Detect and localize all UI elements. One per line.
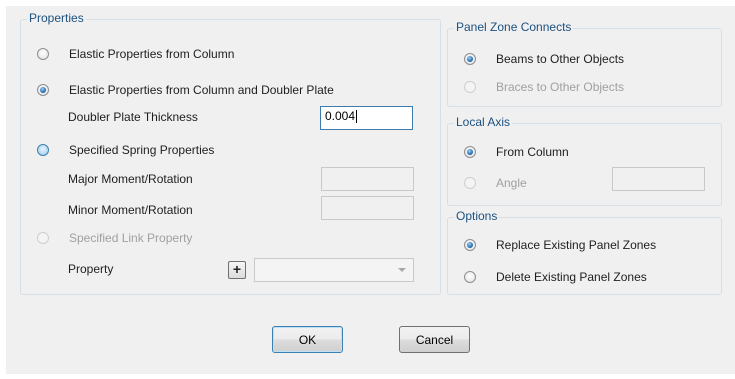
- major-moment-input[interactable]: [321, 167, 414, 191]
- add-property-button[interactable]: +: [228, 261, 246, 279]
- radio-beams[interactable]: Beams to Other Objects: [464, 52, 624, 66]
- local-axis-group: Local Axis: [447, 115, 722, 206]
- radio-specified-link-button[interactable]: [37, 232, 49, 244]
- radio-specified-spring[interactable]: Specified Spring Properties: [37, 143, 214, 157]
- doubler-thickness-value: 0.004: [325, 109, 356, 123]
- radio-elastic-column-doubler-button[interactable]: [37, 84, 49, 96]
- radio-elastic-column-doubler[interactable]: Elastic Properties from Column and Doubl…: [37, 83, 334, 97]
- radio-delete-panel-zones-label: Delete Existing Panel Zones: [496, 270, 647, 284]
- angle-input[interactable]: [612, 167, 705, 191]
- radio-elastic-column-doubler-label: Elastic Properties from Column and Doubl…: [69, 83, 334, 97]
- radio-specified-spring-label: Specified Spring Properties: [69, 143, 215, 157]
- chevron-down-icon: [398, 268, 406, 272]
- radio-replace-panel-zones-label: Replace Existing Panel Zones: [496, 238, 657, 252]
- properties-group-title: Properties: [27, 11, 86, 25]
- radio-angle[interactable]: Angle: [464, 176, 527, 190]
- radio-specified-spring-button[interactable]: [37, 144, 49, 156]
- plus-icon: +: [232, 261, 242, 277]
- radio-braces-label: Braces to Other Objects: [496, 80, 625, 94]
- radio-from-column-label: From Column: [496, 145, 569, 159]
- radio-delete-panel-zones[interactable]: Delete Existing Panel Zones: [464, 270, 647, 284]
- radio-elastic-column-button[interactable]: [37, 48, 49, 60]
- panel-zone-connects-group: Panel Zone Connects: [447, 20, 722, 107]
- radio-elastic-column[interactable]: Elastic Properties from Column: [37, 47, 234, 61]
- major-moment-label: Major Moment/Rotation: [68, 172, 193, 186]
- panel-zone-connects-title: Panel Zone Connects: [454, 20, 574, 34]
- minor-moment-input[interactable]: [321, 196, 414, 220]
- radio-delete-panel-zones-button[interactable]: [464, 271, 476, 283]
- options-title: Options: [454, 209, 500, 223]
- radio-braces-button[interactable]: [464, 81, 476, 93]
- radio-specified-link-label: Specified Link Property: [69, 231, 193, 245]
- radio-angle-label: Angle: [496, 176, 527, 190]
- panel-zone-dialog: Properties Elastic Properties from Colum…: [6, 6, 735, 374]
- radio-replace-panel-zones[interactable]: Replace Existing Panel Zones: [464, 238, 656, 252]
- radio-beams-button[interactable]: [464, 53, 476, 65]
- ok-button[interactable]: OK: [272, 326, 343, 353]
- radio-braces[interactable]: Braces to Other Objects: [464, 80, 624, 94]
- cancel-button[interactable]: Cancel: [399, 326, 470, 353]
- property-label: Property: [68, 262, 114, 276]
- radio-from-column[interactable]: From Column: [464, 145, 569, 159]
- minor-moment-label: Minor Moment/Rotation: [68, 203, 193, 217]
- radio-from-column-button[interactable]: [464, 146, 476, 158]
- doubler-thickness-input[interactable]: 0.004: [320, 106, 413, 130]
- text-caret: [356, 110, 358, 124]
- local-axis-title: Local Axis: [454, 115, 513, 129]
- property-dropdown[interactable]: [254, 258, 414, 282]
- radio-angle-button[interactable]: [464, 177, 476, 189]
- radio-specified-link[interactable]: Specified Link Property: [37, 231, 192, 245]
- radio-beams-label: Beams to Other Objects: [496, 52, 625, 66]
- radio-elastic-column-label: Elastic Properties from Column: [69, 47, 235, 61]
- radio-replace-panel-zones-button[interactable]: [464, 239, 476, 251]
- doubler-thickness-label: Doubler Plate Thickness: [68, 110, 198, 124]
